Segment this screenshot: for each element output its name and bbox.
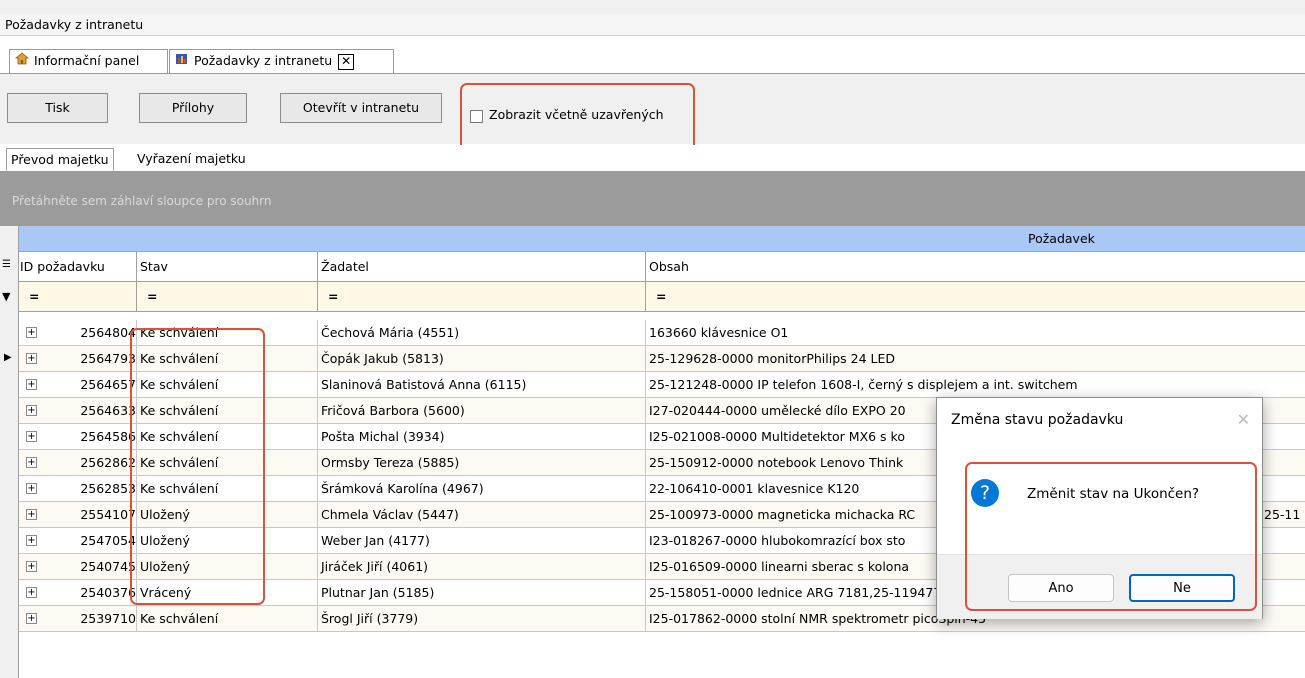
top-strip xyxy=(0,0,1305,15)
column-header-obsah[interactable]: Obsah xyxy=(645,252,1305,282)
report-icon xyxy=(174,50,190,72)
filter-icon[interactable]: ▼ xyxy=(2,290,10,303)
cell-id: 2564804 xyxy=(80,325,136,340)
tab-vyrazeni-majetku[interactable]: Vyřazení majetku xyxy=(133,148,250,171)
cell-zadatel: Jiráček Jiří (4061) xyxy=(317,554,645,579)
band-header xyxy=(19,226,1305,252)
expand-row-icon[interactable]: + xyxy=(26,509,37,520)
open-in-intranet-button[interactable]: Otevřít v intranetu xyxy=(280,93,442,123)
cell-id: 2540376 xyxy=(80,585,136,600)
cell-obsah-tail: 25-11 xyxy=(1264,507,1301,522)
cell-obsah: 25-129628-0000 monitorPhilips 24 LED xyxy=(645,346,1305,371)
highlight-box-dialog xyxy=(965,462,1257,611)
column-header-id[interactable]: ID požadavku xyxy=(19,252,136,282)
cell-zadatel: Pošta Michal (3934) xyxy=(317,424,645,449)
highlight-box-status xyxy=(130,328,265,605)
home-icon xyxy=(14,50,30,72)
dialog-title: Změna stavu požadavku xyxy=(937,398,1262,442)
expand-row-icon[interactable]: + xyxy=(26,483,37,494)
tab-label: Informační panel xyxy=(34,53,140,68)
attachments-button[interactable]: Přílohy xyxy=(139,93,247,123)
cell-zadatel: Šrámková Karolína (4967) xyxy=(317,476,645,501)
expand-row-icon[interactable]: + xyxy=(26,587,37,598)
cell-zadatel: Ormsby Tereza (5885) xyxy=(317,450,645,475)
document-tab-bar: Informační panel Požadavky z intranetu ✕ xyxy=(0,37,1305,74)
cell-zadatel: Chmela Václav (5447) xyxy=(317,502,645,527)
cell-zadatel: Fričová Barbora (5600) xyxy=(317,398,645,423)
filter-cell-zadatel[interactable]: = xyxy=(317,282,645,312)
cell-id: 2562862 xyxy=(80,455,136,470)
column-header-zadatel[interactable]: Žadatel xyxy=(317,252,645,282)
cell-id: 2562853 xyxy=(80,481,136,496)
column-header-stav[interactable]: Stav xyxy=(136,252,317,282)
tab-informacni-panel[interactable]: Informační panel xyxy=(9,49,168,73)
sub-tab-bar: Převod majetku Vyřazení majetku xyxy=(0,145,1305,172)
cell-id: 2547054 xyxy=(80,533,136,548)
cell-obsah: 25-121248-0000 IP telefon 1608-I, černý … xyxy=(645,372,1305,397)
cell-zadatel: Weber Jan (4177) xyxy=(317,528,645,553)
cell-id: 2564793 xyxy=(80,351,136,366)
print-button[interactable]: Tisk xyxy=(7,93,108,123)
cell-id: 2554107 xyxy=(80,507,136,522)
cell-zadatel: Slaninová Batistová Anna (6115) xyxy=(317,372,645,397)
current-row-indicator-icon: ▶ xyxy=(4,352,12,363)
group-by-panel[interactable]: Přetáhněte sem záhlaví sloupce pro souhr… xyxy=(0,172,1305,226)
expand-row-icon[interactable]: + xyxy=(26,561,37,572)
expand-row-icon[interactable]: + xyxy=(26,535,37,546)
cell-id: 2540745 xyxy=(80,559,136,574)
cell-zadatel: Plutnar Jan (5185) xyxy=(317,580,645,605)
column-chooser-icon[interactable]: ☰ xyxy=(2,259,11,270)
filter-cell-id[interactable]: = xyxy=(19,282,136,312)
expand-row-icon[interactable]: + xyxy=(26,405,37,416)
dialog-close-icon[interactable]: ✕ xyxy=(1237,398,1250,442)
cell-id: 2564586 xyxy=(80,429,136,444)
expand-row-icon[interactable]: + xyxy=(26,353,37,364)
cell-id: 2564657 xyxy=(80,377,136,392)
expand-row-icon[interactable]: + xyxy=(26,431,37,442)
cell-id: 2564633 xyxy=(80,403,136,418)
tab-pozadavky-z-intranetu[interactable]: Požadavky z intranetu ✕ xyxy=(169,49,394,73)
tab-prevod-majetku[interactable]: Převod majetku xyxy=(6,148,114,171)
filter-cell-stav[interactable]: = xyxy=(136,282,317,312)
cell-id: 2539710 xyxy=(80,611,136,626)
cell-stav: Ke schválení xyxy=(136,606,317,631)
window-title: Požadavky z intranetu xyxy=(0,14,1305,36)
expand-row-icon[interactable]: + xyxy=(26,613,37,624)
band-header-label: Požadavek xyxy=(1028,231,1095,246)
cell-zadatel: Čopák Jakub (5813) xyxy=(317,346,645,371)
cell-zadatel: Čechová Mária (4551) xyxy=(317,320,645,345)
tab-close-icon[interactable]: ✕ xyxy=(338,53,355,70)
cell-obsah: 163660 klávesnice O1 xyxy=(645,320,1305,345)
cell-zadatel: Šrogl Jiří (3779) xyxy=(317,606,645,631)
tab-label: Požadavky z intranetu xyxy=(194,53,333,68)
expand-row-icon[interactable]: + xyxy=(26,457,37,468)
filter-cell-obsah[interactable]: = xyxy=(645,282,1305,312)
expand-row-icon[interactable]: + xyxy=(26,327,37,338)
expand-row-icon[interactable]: + xyxy=(26,379,37,390)
